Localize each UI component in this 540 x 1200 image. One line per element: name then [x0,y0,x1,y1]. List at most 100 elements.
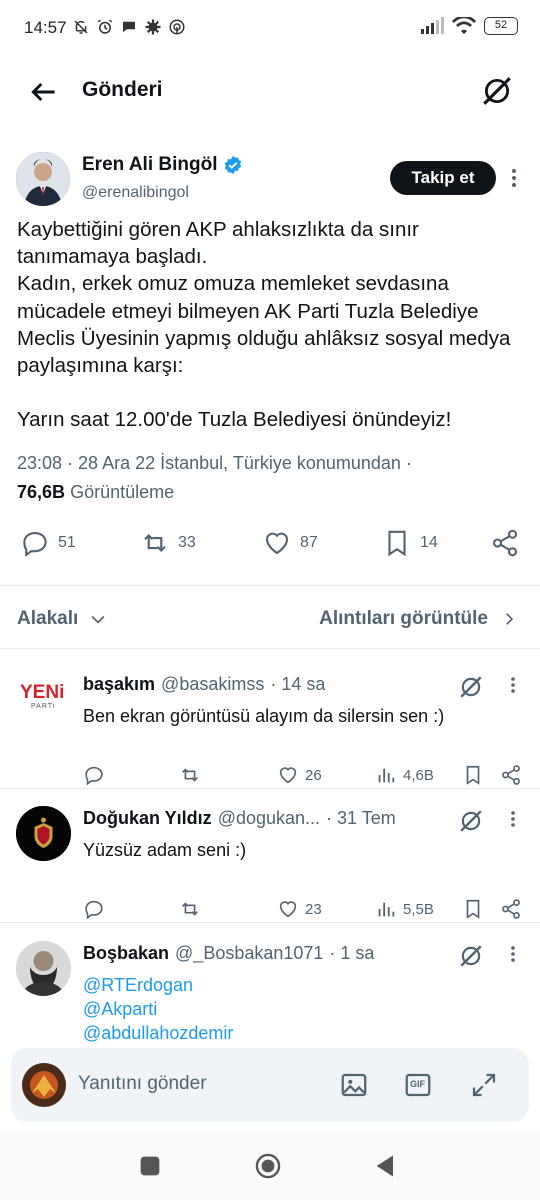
grok-icon [460,676,482,698]
bookmark-button[interactable] [462,764,484,786]
gif-label: GIF [410,1079,425,1089]
more-vertical-icon [511,946,515,962]
mention-link[interactable]: @Akparti [83,997,233,1021]
bell-off-icon [72,18,90,36]
tweet-meta: 23:08 · 28 Ara 22 İstanbul, Türkiye konu… [17,453,412,473]
reply-icon [85,766,103,786]
reply-icon [85,900,103,920]
avatar-logo-subtext: PARTi [31,703,56,710]
avatar-logo-text: YENi [20,682,65,703]
reply-avatar[interactable] [16,941,71,996]
divider [0,585,540,586]
views-count: 76,6B [17,482,66,502]
reply-avatar[interactable]: YENi PARTi [16,672,71,727]
like-button[interactable]: 23 [277,898,322,920]
divider [0,648,540,649]
mention-link[interactable]: @RTErdogan [83,973,233,997]
gif-button[interactable]: GIF [403,1070,433,1100]
heart-icon [279,901,297,918]
author-handle: @erenalibingol [82,184,189,201]
divider [0,922,540,923]
grok-icon [483,77,511,105]
more-vertical-icon [512,169,516,187]
reply-input[interactable]: Yanıtını gönder [78,1073,207,1095]
reply-composer[interactable]: Yanıtını gönder GIF [11,1048,529,1122]
reply-text: @RTErdogan @Akparti @abdullahozdemir [83,973,233,1045]
expand-button[interactable] [469,1070,499,1100]
page-header: Gönderi [0,58,540,128]
retweet-button[interactable] [179,764,201,786]
grok-button[interactable] [458,808,484,834]
triangle-back-icon [376,1155,393,1177]
more-options-button[interactable] [510,676,516,694]
reply-icon [23,531,47,557]
battery-indicator: 52 [484,17,518,35]
my-avatar [22,1063,66,1107]
back-nav-button[interactable] [372,1152,400,1180]
like-button[interactable]: 26 [277,764,322,786]
reply-button[interactable] [83,764,105,786]
more-vertical-icon [511,811,515,827]
more-options-button[interactable] [510,945,516,963]
image-button[interactable] [339,1070,369,1100]
status-time: 14:57 [24,18,67,37]
author-avatar[interactable] [16,152,70,206]
recents-button[interactable] [136,1152,164,1180]
grok-button[interactable] [458,943,484,969]
bookmark-button[interactable] [462,898,484,920]
retweet-button[interactable] [179,898,201,920]
more-vertical-icon [511,677,515,693]
author-name[interactable]: Eren Ali Bingöl [82,154,243,176]
status-right: 52 [420,17,518,35]
view-quotes-link[interactable]: Alıntıları görüntüle [319,608,518,630]
mention-link[interactable]: @abdullahozdemir [83,1021,233,1045]
grok-button[interactable] [458,674,484,700]
status-bar: 14:57 52 [0,0,540,58]
home-circle-icon [255,1153,281,1179]
views-button[interactable]: 5,5B [375,898,434,920]
heart-icon [279,767,297,784]
reply-header: Boşbakan @_Bosbakan1071 · 1 sa [83,943,375,963]
bar-chart-icon [378,902,395,917]
more-options-button[interactable] [510,168,518,188]
reply-avatar[interactable] [16,806,71,861]
share-button[interactable] [500,898,522,920]
chat-icon [120,18,138,36]
chevron-right-icon [506,613,514,625]
retweet-button[interactable]: 33 [140,528,196,558]
status-icons [72,18,186,36]
share-button[interactable] [500,764,522,786]
views-button[interactable]: 4,6B [375,764,434,786]
sort-dropdown[interactable]: Alakalı [17,608,108,630]
home-button[interactable] [254,1152,282,1180]
back-button[interactable] [28,76,60,108]
share-button[interactable] [490,528,520,558]
divider [0,788,540,789]
tweet-views: 76,6B Görüntüleme [17,482,174,503]
views-label: Görüntüleme [70,482,175,502]
square-icon [140,1156,160,1176]
grok-button[interactable] [480,74,514,108]
hotspot-icon [168,18,186,36]
more-options-button[interactable] [510,810,516,828]
bookmark-button[interactable]: 14 [382,528,438,558]
signal-icon [421,17,444,34]
reply-header: Doğukan Yıldız @dogukan... · 31 Tem [83,808,396,828]
retweet-icon [182,902,198,916]
follow-button[interactable]: Takip et [390,161,496,195]
reply-text: Yüzsüz adam seni :) [83,840,247,860]
settings-icon [144,18,162,36]
bookmark-icon [466,765,480,785]
page-title: Gönderi [82,78,163,101]
reply-header: başakım @basakimss · 14 sa [83,674,326,694]
like-button[interactable]: 87 [262,528,318,558]
reply-text: Ben ekran görüntüsü alayım da silersin s… [83,706,445,726]
share-icon [502,899,520,919]
bookmark-icon [466,899,480,919]
verified-badge-icon [225,155,242,175]
arrow-left-icon [31,82,55,102]
bookmark-icon [388,530,406,557]
bar-chart-icon [378,768,395,783]
reply-button[interactable] [83,898,105,920]
reply-button[interactable]: 51 [20,528,76,558]
